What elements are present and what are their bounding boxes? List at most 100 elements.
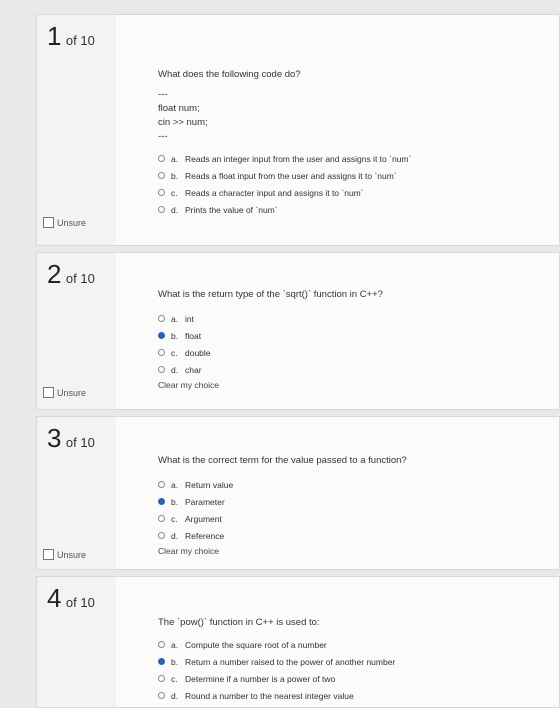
unsure-checkbox-1[interactable]: Unsure (43, 217, 86, 228)
question-number-1: 1 of 10 (47, 21, 95, 52)
radio-icon[interactable] (158, 515, 165, 522)
option-letter: b. (171, 656, 179, 667)
code-block: --- float num; cin >> num; --- (158, 88, 559, 144)
option-text: int (185, 313, 194, 324)
question-number-2: 2 of 10 (47, 259, 95, 290)
option-c[interactable]: c. Determine if a number is a power of tw… (158, 670, 559, 687)
option-a[interactable]: a. Compute the square root of a number (158, 636, 559, 653)
code-line: --- (158, 131, 168, 142)
radio-icon[interactable] (158, 189, 165, 196)
option-b[interactable]: b. Reads a float input from the user and … (158, 167, 559, 184)
clear-choice-link[interactable]: Clear my choice (158, 380, 559, 390)
radio-icon[interactable] (158, 315, 165, 322)
question-text-4: The `pow()` function in C++ is used to: (158, 617, 320, 628)
unsure-checkbox-3[interactable]: Unsure (43, 549, 86, 560)
option-letter: a. (171, 153, 179, 164)
unsure-checkbox-2[interactable]: Unsure (43, 387, 86, 398)
question-info-4: 4 of 10 (36, 576, 117, 708)
option-d[interactable]: d. char (158, 361, 559, 378)
question-content-1: What does the following code do? --- flo… (116, 14, 560, 246)
option-text: double (185, 347, 211, 358)
question-card-1: 1 of 10 Unsure What does the following c… (36, 14, 560, 246)
clear-choice-link[interactable]: Clear my choice (158, 546, 559, 556)
option-c[interactable]: c. Argument (158, 510, 559, 527)
option-text: Return a number raised to the power of a… (185, 656, 396, 667)
option-d[interactable]: d. Reference (158, 527, 559, 544)
option-a[interactable]: a. Return value (158, 476, 559, 493)
radio-icon[interactable] (158, 692, 165, 699)
unsure-label: Unsure (57, 549, 87, 560)
option-letter: b. (171, 330, 179, 341)
option-letter: d. (171, 690, 179, 701)
checkbox-icon[interactable] (43, 549, 54, 560)
option-c[interactable]: c. double (158, 344, 559, 361)
question-number-value: 3 (47, 423, 62, 453)
radio-icon[interactable] (158, 481, 165, 488)
options-list-2: a. int b. float c. double d. char (158, 310, 559, 378)
question-number-value: 2 (47, 259, 62, 289)
question-of-total: of 10 (65, 33, 95, 48)
question-card-4: 4 of 10 The `pow()` function in C++ is u… (36, 576, 560, 708)
option-text: Round a number to the nearest integer va… (185, 690, 354, 701)
option-letter: c. (171, 673, 178, 684)
checkbox-icon[interactable] (43, 387, 54, 398)
option-text: Reads a character input and assigns it t… (185, 187, 364, 198)
option-b[interactable]: b. float (158, 327, 559, 344)
question-text-1: What does the following code do? (158, 69, 301, 80)
radio-selected-icon[interactable] (158, 658, 165, 665)
radio-icon[interactable] (158, 172, 165, 179)
option-letter: d. (171, 204, 179, 215)
code-line: float num; (158, 103, 200, 114)
options-list-4: a. Compute the square root of a number b.… (158, 636, 559, 704)
option-d[interactable]: d. Prints the value of `num` (158, 201, 559, 218)
question-info-3: 3 of 10 Unsure (36, 416, 117, 570)
question-info-1: 1 of 10 Unsure (36, 14, 117, 246)
radio-icon[interactable] (158, 155, 165, 162)
option-letter: a. (171, 639, 179, 650)
radio-selected-icon[interactable] (158, 498, 165, 505)
radio-icon[interactable] (158, 532, 165, 539)
radio-icon[interactable] (158, 675, 165, 682)
question-of-total: of 10 (65, 435, 95, 450)
option-a[interactable]: a. int (158, 310, 559, 327)
option-a[interactable]: a. Reads an integer input from the user a… (158, 150, 559, 167)
question-of-total: of 10 (65, 271, 95, 286)
question-text-3: What is the correct term for the value p… (158, 455, 407, 466)
options-list-1: a. Reads an integer input from the user a… (158, 150, 559, 218)
radio-icon[interactable] (158, 641, 165, 648)
question-text-2: What is the return type of the `sqrt()` … (158, 289, 383, 300)
option-d[interactable]: d. Round a number to the nearest integer … (158, 687, 559, 704)
option-text: Reads an integer input from the user and… (185, 153, 412, 164)
radio-icon[interactable] (158, 206, 165, 213)
question-number-3: 3 of 10 (47, 423, 95, 454)
radio-icon[interactable] (158, 349, 165, 356)
question-content-4: The `pow()` function in C++ is used to: … (116, 576, 560, 708)
code-line: --- (158, 89, 168, 100)
question-number-4: 4 of 10 (47, 583, 95, 614)
option-text: char (185, 364, 202, 375)
option-text: Reads a float input from the user and as… (185, 170, 397, 181)
radio-selected-icon[interactable] (158, 332, 165, 339)
options-list-3: a. Return value b. Parameter c. Argument d.… (158, 476, 559, 544)
option-b[interactable]: b. Return a number raised to the power of… (158, 653, 559, 670)
unsure-label: Unsure (57, 387, 87, 398)
question-number-value: 4 (47, 583, 62, 613)
checkbox-icon[interactable] (43, 217, 54, 228)
option-letter: b. (171, 170, 179, 181)
option-b[interactable]: b. Parameter (158, 493, 559, 510)
option-letter: a. (171, 313, 179, 324)
option-letter: b. (171, 496, 179, 507)
option-letter: d. (171, 364, 179, 375)
question-card-3: 3 of 10 Unsure What is the correct term … (36, 416, 560, 570)
option-text: Determine if a number is a power of two (185, 673, 336, 684)
question-content-2: What is the return type of the `sqrt()` … (116, 252, 560, 410)
option-text: Compute the square root of a number (185, 639, 327, 650)
question-content-3: What is the correct term for the value p… (116, 416, 560, 570)
radio-icon[interactable] (158, 366, 165, 373)
option-text: Return value (185, 479, 234, 490)
option-letter: a. (171, 479, 179, 490)
option-letter: c. (171, 187, 178, 198)
option-text: float (185, 330, 202, 341)
option-c[interactable]: c. Reads a character input and assigns it… (158, 184, 559, 201)
option-text: Parameter (185, 496, 225, 507)
